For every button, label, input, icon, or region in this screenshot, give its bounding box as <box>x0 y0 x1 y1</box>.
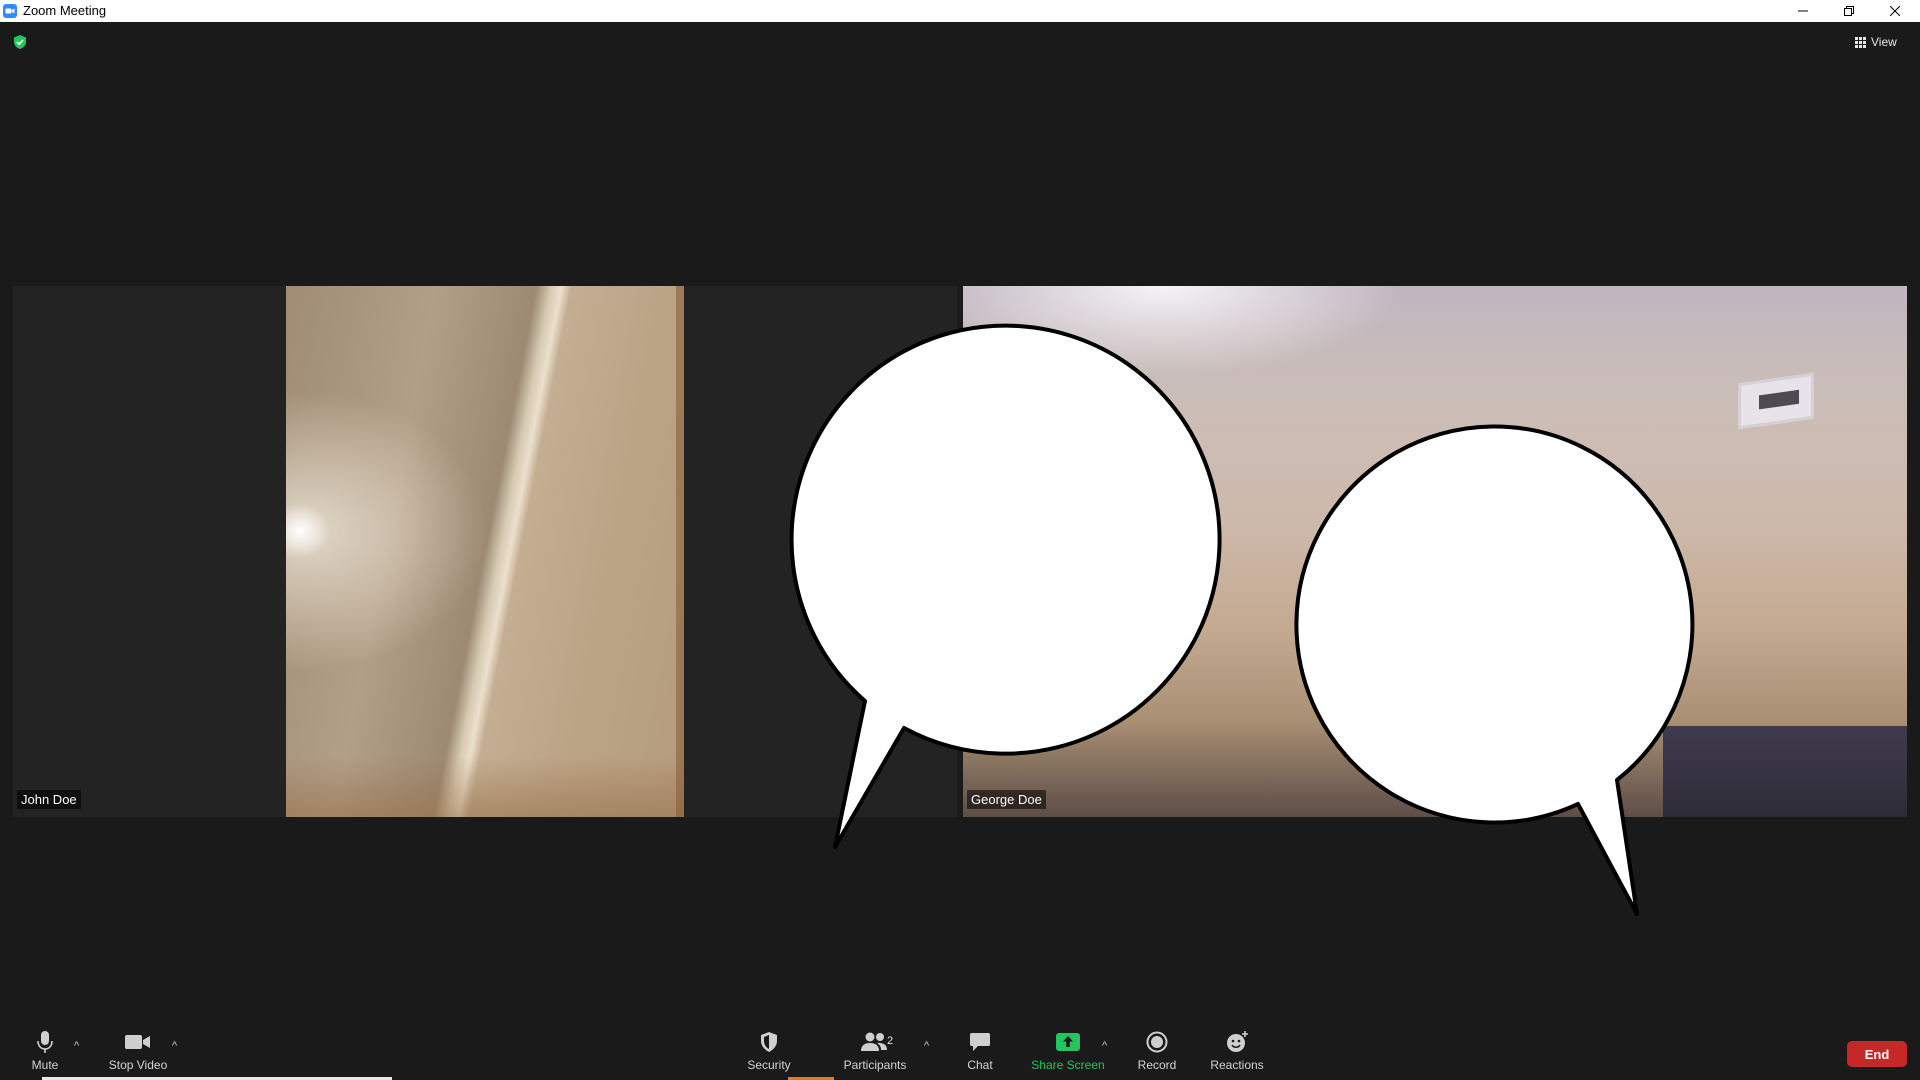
security-button[interactable]: Security <box>724 1030 814 1076</box>
ceiling-vent <box>1738 372 1814 430</box>
ceiling-shadow <box>286 756 684 817</box>
security-shield-icon <box>761 1032 777 1052</box>
participant-name-label: John Doe <box>17 790 81 809</box>
record-label: Record <box>1137 1058 1177 1072</box>
participants-label: Participants <box>843 1058 907 1072</box>
share-screen-label: Share Screen <box>1031 1058 1105 1072</box>
window-title: Zoom Meeting <box>23 3 107 18</box>
chat-button[interactable]: Chat <box>935 1030 1025 1076</box>
reactions-label: Reactions <box>1210 1058 1264 1072</box>
video-tile-john-doe[interactable]: John Doe <box>13 286 957 817</box>
minimize-icon <box>1798 10 1808 12</box>
restore-icon <box>1844 6 1854 16</box>
share-screen-arrow-icon <box>1056 1033 1080 1051</box>
audio-options-caret-icon[interactable]: ^ <box>74 1040 79 1052</box>
close-icon <box>1890 6 1900 16</box>
participant-name-label: George Doe <box>967 790 1046 809</box>
chat-label: Chat <box>967 1058 993 1072</box>
participants-count: 2 <box>887 1035 894 1047</box>
video-tile-george-doe[interactable]: George Doe <box>963 286 1907 817</box>
zoom-app-icon <box>3 4 17 18</box>
reactions-button[interactable]: Reactions <box>1192 1030 1282 1076</box>
participants-icon <box>861 1032 887 1051</box>
title-bar: Zoom Meeting <box>0 0 1920 22</box>
stop-video-button[interactable]: Stop Video <box>93 1030 183 1076</box>
view-label: View <box>1871 35 1897 49</box>
chat-bubble-icon <box>970 1033 990 1051</box>
reactions-smiley-icon <box>1227 1031 1248 1052</box>
participants-button[interactable]: 2 Participants <box>830 1030 920 1076</box>
end-meeting-button[interactable]: End <box>1847 1041 1907 1067</box>
encryption-shield-icon[interactable] <box>12 34 28 50</box>
mute-label: Mute <box>31 1058 59 1072</box>
record-icon <box>1146 1031 1168 1053</box>
record-button[interactable]: Record <box>1112 1030 1202 1076</box>
meeting-toolbar: Mute ^ Stop Video ^ Security 2 Participa… <box>0 1020 1920 1080</box>
camera-icon <box>125 1035 150 1049</box>
restore-button[interactable] <box>1826 0 1872 22</box>
mute-button[interactable]: Mute <box>0 1030 90 1076</box>
video-feed-john-doe <box>286 286 684 817</box>
participants-options-caret-icon[interactable]: ^ <box>924 1040 929 1052</box>
grid-view-icon <box>1855 36 1866 48</box>
video-feed-george-doe <box>963 286 1907 817</box>
share-options-caret-icon[interactable]: ^ <box>1102 1040 1107 1052</box>
microphone-icon <box>37 1031 53 1053</box>
door-edge <box>676 286 684 817</box>
close-button[interactable] <box>1872 0 1918 22</box>
view-button[interactable]: View <box>1855 32 1897 52</box>
video-options-caret-icon[interactable]: ^ <box>172 1040 177 1052</box>
security-label: Security <box>747 1058 791 1072</box>
wall-shadow <box>1663 726 1907 817</box>
share-screen-button[interactable]: Share Screen <box>1023 1030 1113 1076</box>
stop-video-label: Stop Video <box>108 1058 168 1072</box>
minimize-button[interactable] <box>1780 0 1826 22</box>
